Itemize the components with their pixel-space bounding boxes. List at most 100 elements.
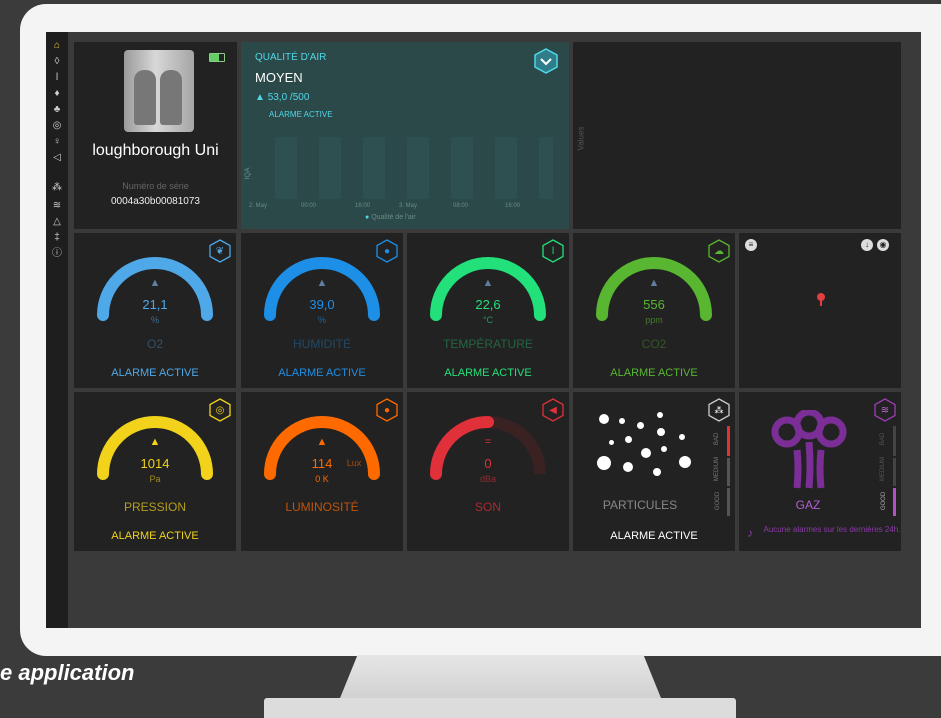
thermometer-icon[interactable]: ǀ <box>541 239 565 263</box>
air-quality-value-row: ▲ 53,0 /500 <box>255 92 309 103</box>
info-icon[interactable]: ⓘ <box>50 248 64 260</box>
scale-bad: BAD <box>714 432 721 446</box>
gas-name: GAZ <box>795 498 821 512</box>
download-icon[interactable]: ↓ <box>861 239 873 251</box>
gauge-name: PRESSION <box>123 500 186 514</box>
sidebar: ⌂ ◊ ǀ ♦ ♣ ◎ ♀ ◁ ⁂ ≋ △ ‡ ⓘ <box>46 32 68 628</box>
gauge-unit: Pa <box>149 474 161 484</box>
gauge-name: LUMINOSITÉ <box>285 500 359 514</box>
gauge-icon[interactable]: ◎ <box>208 398 232 422</box>
equal-icon: = <box>484 436 492 448</box>
gauge-card-5[interactable]: ● ▲ 114 Lux 0 K LUMINOSITÉ <box>241 392 403 551</box>
speaker-icon[interactable]: ◁ <box>50 152 64 164</box>
gauge-card-2[interactable]: ǀ ▲ 22,6 °C TEMPÉRATURE ALARME ACTIVE <box>407 233 569 388</box>
gauge-name: TEMPÉRATURE <box>443 337 533 351</box>
up-arrow-icon: ▲ <box>482 277 494 289</box>
x-tick: 3. May <box>399 203 418 209</box>
gas-icon[interactable]: ≋ <box>50 200 64 212</box>
particles-alarm: ALARME ACTIVE <box>610 530 698 542</box>
home-icon[interactable]: ⌂ <box>50 40 64 52</box>
values-axis-label: Values <box>576 126 586 151</box>
air-quality-value: 53,0 /500 <box>267 92 310 103</box>
gauge-unit: °C <box>482 315 494 325</box>
gauge-icon[interactable]: ◎ <box>50 120 64 132</box>
gauge-value: 556 <box>643 297 665 312</box>
gauge-alarm: ALARME ACTIVE <box>610 367 698 379</box>
up-arrow-icon: ▲ <box>149 277 161 289</box>
menu-icon[interactable]: ≡ <box>745 239 757 251</box>
serial-number: 0004a30b00081073 <box>111 196 200 207</box>
device-name: loughborough Uni <box>92 142 219 159</box>
particles-icon[interactable]: ⁂ <box>50 182 64 194</box>
gauge-name: SON <box>474 500 501 514</box>
particles-card[interactable]: ⁂ BAD MEDIUM GOOD PARTICULES ALARME ACTI… <box>573 392 735 551</box>
gas-illustration <box>771 410 847 489</box>
device-card[interactable]: loughborough Uni Numéro de série 0004a30… <box>74 42 237 229</box>
gauge-value: 1014 <box>140 456 170 471</box>
gauge-extra: 0 K <box>315 474 329 484</box>
leaves-icon[interactable]: ❦ <box>208 239 232 263</box>
monitor-stand <box>338 655 663 703</box>
air-quality-icon[interactable] <box>533 48 559 74</box>
eye-icon[interactable]: ◉ <box>877 239 889 251</box>
gauge-card-4[interactable]: ◎ ▲ 1014 Pa PRESSION ALARME ACTIVE <box>74 392 236 551</box>
x-tick: 08:00 <box>453 203 469 209</box>
map-card[interactable]: ≡ ↓ ◉ <box>739 233 901 388</box>
values-chart-card: Values <box>573 42 901 229</box>
gauge-alarm: ALARME ACTIVE <box>444 367 532 379</box>
gauge-unit: dBa <box>479 474 496 484</box>
scale-medium: MEDIUM <box>714 456 721 482</box>
x-tick: 16:00 <box>355 203 371 209</box>
bulb-icon[interactable]: ● <box>375 398 399 422</box>
air-quality-card[interactable]: QUALITÉ D'AIR MOYEN ▲ 53,0 /500 ALARME A… <box>241 42 569 229</box>
up-arrow-icon: ▲ <box>149 436 161 448</box>
particles-illustration <box>595 410 695 480</box>
gas-icon[interactable]: ≋ <box>873 398 897 422</box>
gauge-card-0[interactable]: ❦ ▲ 21,1% O2 ALARME ACTIVE <box>74 233 236 388</box>
gauge-name: CO2 <box>641 337 667 351</box>
x-tick: 2. May <box>249 203 268 209</box>
drop-icon[interactable]: ◊ <box>50 56 64 68</box>
gas-card[interactable]: ≋ BAD MEDIUM GOOD GAZ ♪ Aucune alarmes s… <box>739 392 901 551</box>
air-quality-alarm: ALARME ACTIVE <box>269 110 333 119</box>
gauge-alarm: ALARME ACTIVE <box>111 367 199 379</box>
gas-notice: Aucune alarmes sur les dernières 24h. <box>763 525 901 534</box>
chart-y-axis-label: IQA <box>244 167 252 180</box>
gauge-unit: ppm <box>645 315 663 325</box>
up-arrow-icon: ▲ <box>316 277 328 289</box>
chart-legend[interactable]: ● Qualité de l'air <box>365 214 416 221</box>
chart-plot-area <box>253 137 553 199</box>
up-arrow-icon: ▲ <box>648 277 660 289</box>
gauge-card-6[interactable]: ◀ = 0 dBa SON <box>407 392 569 551</box>
air-quality-title: QUALITÉ D'AIR <box>255 52 327 63</box>
battery-icon <box>209 53 225 62</box>
gauge-value: 22,6 <box>475 297 501 312</box>
x-tick: 16:00 <box>505 203 521 209</box>
monitor-base <box>264 698 736 718</box>
speaker-icon[interactable]: ◀ <box>541 398 565 422</box>
particles-icon[interactable]: ⁂ <box>707 398 731 422</box>
gauge-unit: % <box>150 315 159 325</box>
settings-icon[interactable]: ‡ <box>50 232 64 244</box>
gauge-name: HUMIDITÉ <box>293 337 351 351</box>
thermometer-icon[interactable]: ǀ <box>50 72 64 84</box>
bell-icon[interactable]: △ <box>50 216 64 228</box>
gauge-unit: % <box>317 315 326 325</box>
gauge-card-3[interactable]: ☁ ▲ 556 ppm CO2 ALARME ACTIVE <box>573 233 735 388</box>
water-drop-icon[interactable]: ● <box>375 239 399 263</box>
bell-icon: ♪ <box>747 526 753 540</box>
up-arrow-icon: ▲ <box>255 92 265 103</box>
serial-label: Numéro de série <box>122 181 189 191</box>
scale-bad: BAD <box>880 432 887 446</box>
caption-text: e application <box>0 660 135 685</box>
dashboard-screen: ⌂ ◊ ǀ ♦ ♣ ◎ ♀ ◁ ⁂ ≋ △ ‡ ⓘ loughborough U… <box>46 32 921 628</box>
bulb-icon[interactable]: ♀ <box>50 136 64 148</box>
plant-icon[interactable]: ♣ <box>50 104 64 116</box>
scale-medium: MEDIUM <box>880 456 887 482</box>
up-arrow-icon: ▲ <box>316 436 328 448</box>
cloud-icon[interactable]: ☁ <box>707 239 731 263</box>
particles-name: PARTICULES <box>602 498 678 512</box>
flame-icon[interactable]: ♦ <box>50 88 64 100</box>
gauge-card-1[interactable]: ● ▲ 39,0% HUMIDITÉ ALARME ACTIVE <box>241 233 403 388</box>
gauge-value: 0 <box>484 456 492 471</box>
